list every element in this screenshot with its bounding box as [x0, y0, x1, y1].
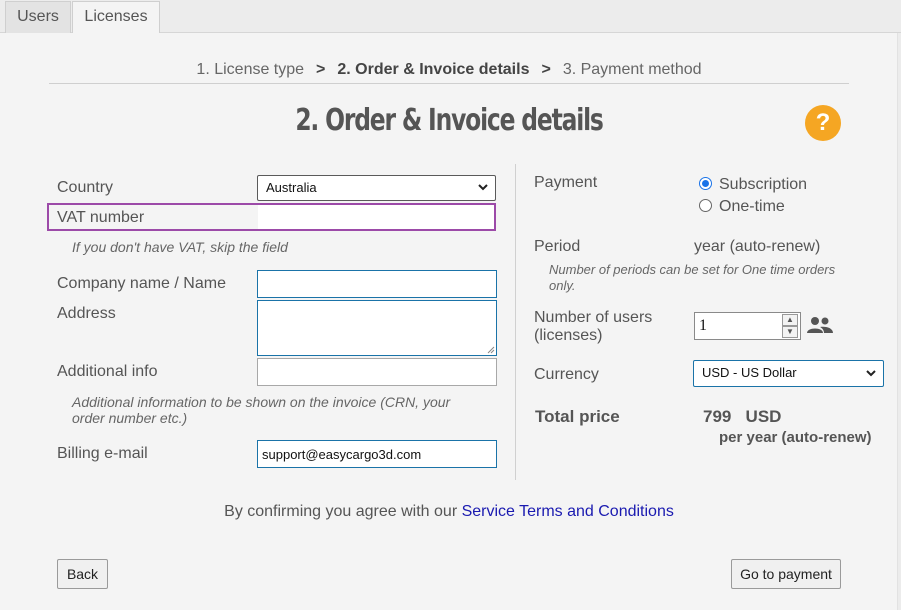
additional-info-hint-line2: order number etc.): [72, 410, 188, 426]
chevron-down-icon: [865, 361, 877, 395]
tab-users[interactable]: Users: [5, 1, 71, 33]
period-hint: Number of periods can be set for One tim…: [549, 262, 835, 294]
additional-info-input[interactable]: [257, 358, 497, 386]
step-license-type: 1. License type: [196, 61, 305, 78]
currency-value: USD - US Dollar: [702, 365, 797, 380]
period-hint-line1: Number of periods can be set for One tim…: [549, 262, 836, 277]
vat-hint: If you don't have VAT, skip the field: [72, 239, 288, 255]
total-currency: USD: [745, 407, 782, 426]
period-value: year (auto-renew): [694, 238, 821, 255]
company-label: Company name / Name: [57, 275, 226, 292]
country-select[interactable]: Australia: [257, 175, 496, 201]
licenses-panel: 1. License type >2. Order & Invoice detai…: [0, 33, 898, 610]
subscription-option-label[interactable]: Subscription: [719, 176, 807, 194]
country-label: Country: [57, 179, 114, 196]
billing-email-input[interactable]: [257, 440, 497, 468]
one-time-option-label[interactable]: One-time: [719, 198, 785, 216]
tab-bar: Users Licenses: [0, 0, 901, 34]
steps-divider: [49, 83, 849, 84]
help-button[interactable]: ?: [805, 105, 841, 141]
period-hint-line2: only.: [549, 278, 576, 293]
resize-handle-icon[interactable]: [486, 345, 495, 354]
additional-info-label: Additional info: [57, 363, 158, 380]
users-label: Number of users (licenses): [534, 309, 652, 345]
total-amount: 799: [703, 407, 732, 426]
period-label: Period: [534, 238, 581, 255]
currency-label: Currency: [534, 366, 599, 383]
vat-input[interactable]: [258, 205, 494, 229]
subscription-radio[interactable]: [699, 177, 712, 190]
total-price-value: 799 USD: [703, 407, 781, 427]
page-title: 2. Order & Invoice details: [295, 103, 604, 138]
total-price-period: per year (auto-renew): [719, 429, 872, 446]
step-order-invoice: 2. Order & Invoice details: [337, 61, 530, 78]
stepper-down-button[interactable]: ▼: [782, 326, 798, 338]
users-label-line2: (licenses): [534, 327, 603, 344]
vat-label: VAT number: [57, 209, 145, 226]
terms-link[interactable]: Service Terms and Conditions: [462, 503, 674, 520]
column-divider: [515, 164, 516, 480]
step-separator: >: [541, 61, 551, 78]
company-input[interactable]: [257, 270, 497, 298]
address-label: Address: [57, 305, 116, 322]
stepper-up-button[interactable]: ▲: [782, 314, 798, 326]
users-label-line1: Number of users: [534, 309, 653, 326]
tab-licenses[interactable]: Licenses: [72, 1, 160, 34]
currency-select[interactable]: USD - US Dollar: [693, 360, 884, 387]
question-icon: ?: [815, 109, 831, 136]
step-payment-method: 3. Payment method: [562, 61, 702, 78]
users-quantity-value: 1: [699, 317, 707, 334]
additional-info-hint-line1: Additional information to be shown on th…: [72, 394, 451, 410]
users-quantity-stepper[interactable]: 1 ▲ ▼: [694, 312, 801, 340]
stepper-arrows: ▲ ▼: [782, 314, 798, 338]
total-price-label: Total price: [535, 407, 620, 426]
wizard-steps: 1. License type >2. Order & Invoice detai…: [0, 61, 898, 79]
go-to-payment-button[interactable]: Go to payment: [731, 559, 841, 589]
additional-info-hint: Additional information to be shown on th…: [72, 394, 450, 426]
step-separator: >: [316, 61, 326, 78]
terms-prefix: By confirming you agree with our: [224, 503, 458, 520]
country-value: Australia: [266, 180, 317, 195]
back-button[interactable]: Back: [57, 559, 108, 589]
terms-text: By confirming you agree with our Service…: [0, 503, 898, 521]
address-textarea[interactable]: [257, 300, 497, 356]
users-icon: [807, 317, 833, 333]
one-time-radio[interactable]: [699, 199, 712, 212]
billing-email-label: Billing e-mail: [57, 445, 148, 462]
payment-label: Payment: [534, 174, 598, 191]
